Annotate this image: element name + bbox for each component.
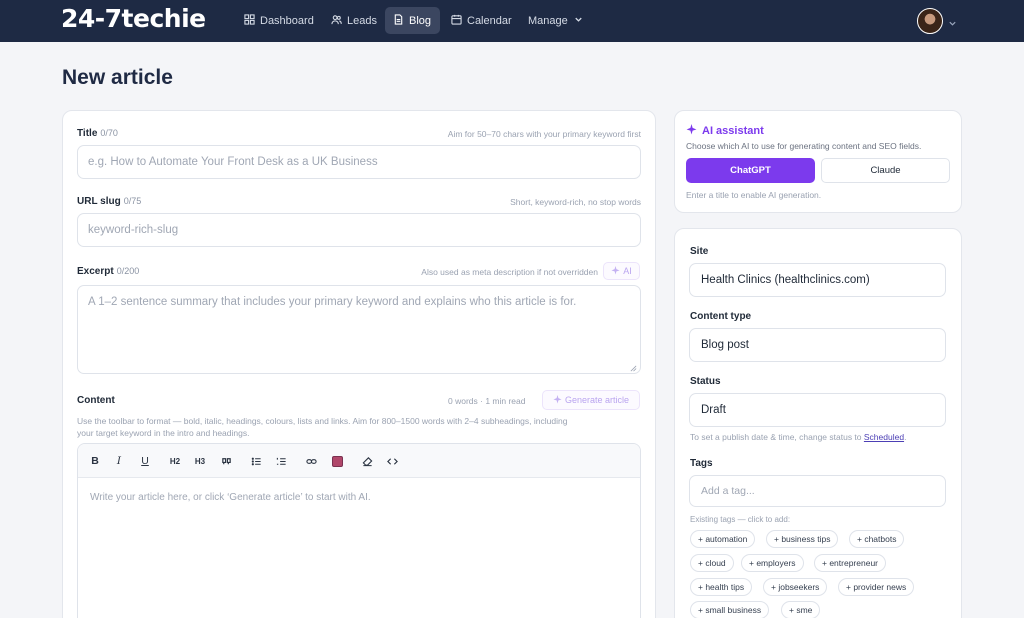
claude-button[interactable]: Claude bbox=[821, 158, 950, 183]
nav-calendar-label: Calendar bbox=[467, 14, 512, 27]
code-view-icon[interactable] bbox=[384, 453, 400, 469]
ai-assistant-title: AI assistant bbox=[686, 124, 764, 138]
nav-manage-label: Manage bbox=[528, 14, 568, 27]
avatar-chevron-icon[interactable] bbox=[948, 15, 957, 26]
status-note: To set a publish date & time, change sta… bbox=[690, 432, 907, 442]
editor-toolbar: B I U H2 H3 bbox=[78, 444, 640, 478]
content-type-select[interactable]: Blog post bbox=[689, 328, 946, 362]
slug-input[interactable]: keyword-rich-slug bbox=[77, 213, 641, 247]
nav-leads-label: Leads bbox=[347, 14, 377, 27]
excerpt-counter: 0/200 bbox=[116, 266, 140, 276]
excerpt-placeholder: A 1–2 sentence summary that includes you… bbox=[88, 296, 577, 308]
heading-3-button[interactable]: H3 bbox=[192, 453, 208, 469]
nav-dashboard[interactable]: Dashboard bbox=[236, 7, 322, 34]
excerpt-label: Excerpt 0/200 bbox=[77, 266, 140, 277]
clear-format-icon[interactable] bbox=[359, 453, 375, 469]
tag-chip[interactable]: + employers bbox=[741, 554, 804, 572]
ai-assistant-title-text: AI assistant bbox=[702, 125, 764, 137]
ai-enable-note: Enter a title to enable AI generation. bbox=[686, 190, 822, 200]
quote-icon[interactable] bbox=[218, 453, 234, 469]
site-label: Site bbox=[690, 246, 709, 257]
tag-chip[interactable]: + entrepreneur bbox=[814, 554, 886, 572]
title-input[interactable]: e.g. How to Automate Your Front Desk as … bbox=[77, 145, 641, 179]
nav-calendar[interactable]: Calendar bbox=[443, 7, 520, 34]
tag-chip[interactable]: + provider news bbox=[838, 578, 915, 596]
status-label: Status bbox=[690, 376, 721, 387]
rich-text-editor[interactable]: B I U H2 H3 Write your article here, or … bbox=[77, 443, 641, 618]
grid-icon bbox=[244, 13, 255, 28]
chevron-down-icon bbox=[573, 14, 584, 28]
title-label: Title 0/70 bbox=[77, 128, 118, 139]
heading-2-button[interactable]: H2 bbox=[167, 453, 183, 469]
content-description-line-2: your target keyword in the intro and hea… bbox=[77, 428, 250, 438]
excerpt-ai-button[interactable]: AI bbox=[603, 262, 640, 280]
excerpt-hint: Also used as meta description if not ove… bbox=[421, 267, 598, 277]
sparkle-icon bbox=[611, 265, 620, 277]
editor-placeholder: Write your article here, or click ‘Gener… bbox=[90, 492, 371, 503]
ai-assistant-subtitle: Choose which AI to use for generating co… bbox=[686, 141, 922, 151]
top-navbar: 24-7techie Dashboard Leads Blog Calendar… bbox=[0, 0, 1024, 42]
slug-label: URL slug 0/75 bbox=[77, 196, 142, 207]
calendar-icon bbox=[451, 14, 462, 28]
chatgpt-button[interactable]: ChatGPT bbox=[686, 158, 815, 183]
bold-button[interactable]: B bbox=[87, 453, 103, 469]
tag-chip[interactable]: + cloud bbox=[690, 554, 734, 572]
content-stats: 0 words · 1 min read bbox=[448, 396, 526, 406]
underline-button[interactable]: U bbox=[137, 453, 153, 469]
nav-blog-label: Blog bbox=[409, 14, 432, 27]
tag-chip[interactable]: + jobseekers bbox=[763, 578, 828, 596]
nav-blog[interactable]: Blog bbox=[385, 7, 440, 34]
content-description: Use the toolbar to format — bold, italic… bbox=[77, 415, 567, 439]
bullet-list-icon[interactable] bbox=[248, 453, 264, 469]
nav-manage[interactable]: Manage bbox=[520, 7, 592, 34]
title-hint: Aim for 50–70 chars with your primary ke… bbox=[447, 129, 641, 139]
italic-button[interactable]: I bbox=[111, 453, 127, 469]
generate-article-button[interactable]: Generate article bbox=[542, 390, 640, 410]
tag-chip[interactable]: + business tips bbox=[766, 530, 839, 548]
user-avatar[interactable] bbox=[917, 8, 943, 34]
slug-hint: Short, keyword-rich, no stop words bbox=[510, 197, 641, 207]
nav-dashboard-label: Dashboard bbox=[260, 14, 314, 27]
status-select[interactable]: Draft bbox=[689, 393, 946, 427]
tags-hint: Existing tags — click to add: bbox=[690, 515, 791, 524]
sparkle-icon bbox=[686, 124, 697, 138]
resize-handle-icon[interactable] bbox=[630, 363, 637, 372]
link-icon[interactable] bbox=[303, 453, 319, 469]
generate-article-label: Generate article bbox=[564, 395, 630, 405]
content-type-label: Content type bbox=[690, 311, 752, 322]
nav-leads[interactable]: Leads bbox=[323, 7, 385, 34]
excerpt-ai-label: AI bbox=[623, 266, 632, 276]
tag-input[interactable]: Add a tag... bbox=[689, 475, 946, 507]
content-description-line-1: Use the toolbar to format — bold, italic… bbox=[77, 416, 568, 426]
scheduled-link[interactable]: Scheduled bbox=[864, 432, 904, 442]
excerpt-textarea[interactable]: A 1–2 sentence summary that includes you… bbox=[77, 285, 641, 374]
tag-chip[interactable]: + automation bbox=[690, 530, 756, 548]
tag-chip[interactable]: + sme bbox=[781, 601, 821, 618]
text-color-icon[interactable] bbox=[329, 453, 345, 469]
document-icon bbox=[393, 13, 404, 28]
tag-chip[interactable]: + small business bbox=[690, 601, 770, 618]
site-select[interactable]: Health Clinics (healthclinics.com) bbox=[689, 263, 946, 297]
tag-chip[interactable]: + chatbots bbox=[849, 530, 905, 548]
slug-counter: 0/75 bbox=[123, 196, 142, 206]
tag-chip[interactable]: + health tips bbox=[690, 578, 753, 596]
sparkle-icon bbox=[553, 394, 562, 406]
content-label: Content bbox=[77, 395, 115, 406]
brand-logo[interactable]: 24-7techie bbox=[61, 4, 206, 33]
tags-label: Tags bbox=[690, 458, 713, 469]
numbered-list-icon[interactable] bbox=[273, 453, 289, 469]
users-icon bbox=[331, 14, 342, 28]
page-title: New article bbox=[62, 66, 173, 89]
title-counter: 0/70 bbox=[100, 128, 118, 138]
